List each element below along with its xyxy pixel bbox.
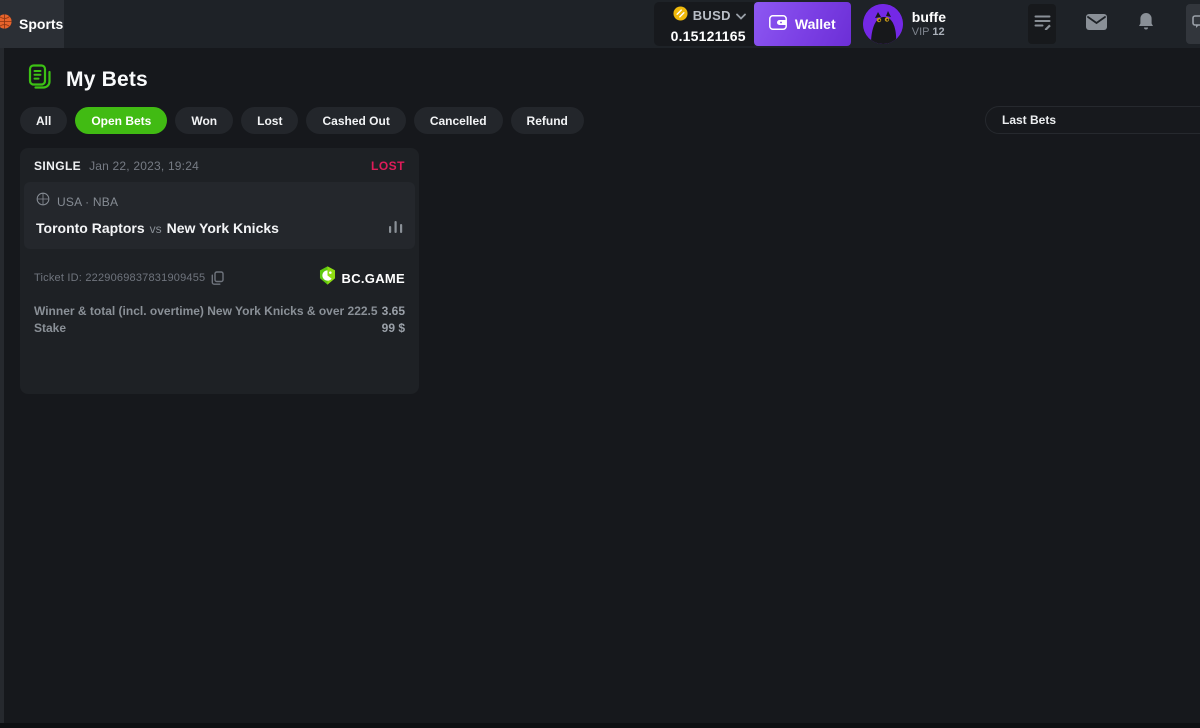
sort-dropdown-label: Last Bets [1002, 113, 1056, 127]
bet-slip-button[interactable] [1028, 4, 1056, 44]
chevron-down-icon [736, 7, 746, 25]
bet-type: SINGLE [34, 159, 81, 173]
stats-bars-icon[interactable] [389, 220, 403, 238]
ticket-id: Ticket ID: 2229069837831909455 [34, 272, 205, 284]
stake-row: Stake 99 $ [34, 320, 405, 337]
league-name: USA · NBA [57, 195, 118, 209]
bet-odds: 3.65 [382, 303, 405, 320]
avatar[interactable] [863, 4, 903, 44]
wallet-balance: 0.15121165 [671, 28, 746, 44]
brand-logo: BC.GAME [318, 266, 406, 290]
bet-date: Jan 22, 2023, 19:24 [89, 159, 199, 173]
bet-filters: All Open Bets Won Lost Cashed Out Cancel… [20, 107, 584, 134]
sidebar-edge [0, 48, 4, 728]
mail-icon [1086, 14, 1107, 35]
filter-cancelled[interactable]: Cancelled [414, 107, 503, 134]
wallet-icon [769, 15, 787, 33]
page-title: My Bets [66, 68, 148, 92]
basketball-icon [0, 13, 13, 35]
currency-selector[interactable]: BUSD 0.15121165 [654, 2, 754, 46]
filter-cashed-out[interactable]: Cashed Out [306, 107, 405, 134]
sort-dropdown[interactable]: Last Bets [985, 106, 1200, 134]
filter-all[interactable]: All [20, 107, 67, 134]
messages-button[interactable] [1082, 4, 1110, 44]
team-away: New York Knicks [167, 220, 279, 236]
user-info[interactable]: buffe VIP 12 [912, 9, 946, 39]
bell-icon [1138, 13, 1154, 36]
vs-label: vs [150, 222, 162, 236]
filter-lost[interactable]: Lost [241, 107, 298, 134]
user-name: buffe [912, 9, 946, 25]
top-header: Sports BUSD 0.15121165 Wallet [0, 0, 1200, 48]
bottom-edge [0, 723, 1200, 728]
bet-card[interactable]: SINGLE Jan 22, 2023, 19:24 LOST USA · NB… [20, 148, 419, 394]
notifications-button[interactable] [1132, 4, 1160, 44]
bets-receipt-icon [28, 64, 53, 95]
bet-slip-icon [1034, 14, 1051, 35]
sports-tab-label: Sports [19, 16, 63, 32]
vip-level: VIP 12 [912, 25, 946, 39]
coin-icon [673, 6, 688, 26]
chat-button[interactable] [1186, 4, 1200, 44]
stake-value: 99 $ [382, 320, 405, 337]
filter-refund[interactable]: Refund [511, 107, 584, 134]
brand-name: BC.GAME [342, 271, 406, 286]
filter-won[interactable]: Won [175, 107, 233, 134]
currency-code: BUSD [693, 8, 731, 23]
sports-tab[interactable]: Sports [0, 0, 64, 48]
chat-icon [1192, 15, 1200, 34]
stake-label: Stake [34, 320, 66, 337]
wallet-button[interactable]: Wallet [754, 2, 851, 46]
match-block[interactable]: USA · NBA Toronto Raptors vs New York Kn… [24, 182, 415, 249]
basketball-outline-icon [36, 192, 50, 211]
bcgame-icon [318, 266, 337, 290]
status-badge: LOST [371, 159, 405, 173]
wallet-button-label: Wallet [795, 16, 836, 32]
bet-market-row: Winner & total (incl. overtime) New York… [34, 303, 405, 320]
filter-open-bets[interactable]: Open Bets [75, 107, 167, 134]
team-home: Toronto Raptors [36, 220, 145, 236]
bet-market-label: Winner & total (incl. overtime) New York… [34, 303, 378, 320]
copy-icon[interactable] [211, 271, 224, 285]
